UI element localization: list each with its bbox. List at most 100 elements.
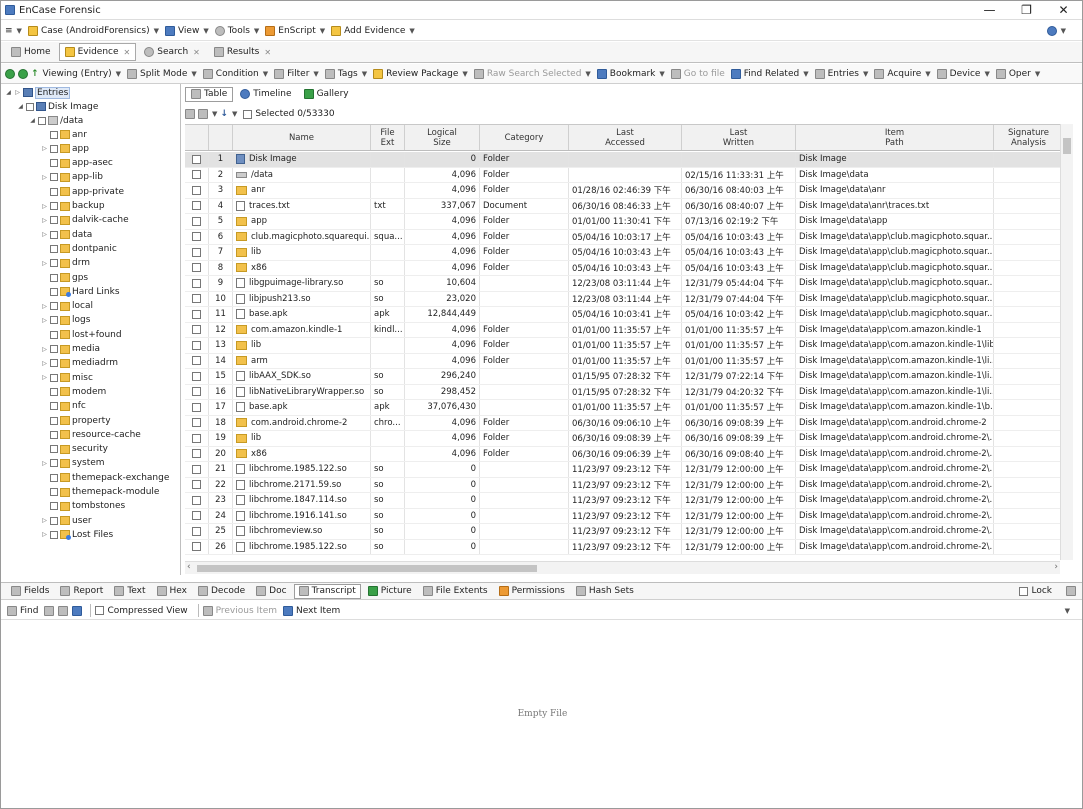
- tree-node-security[interactable]: security: [41, 443, 108, 456]
- minimize-button[interactable]: —: [971, 1, 1008, 19]
- tree-checkbox[interactable]: [50, 459, 58, 468]
- expand-arrow-icon[interactable]: ▷: [41, 346, 48, 353]
- close-tab-icon[interactable]: ✕: [264, 48, 271, 57]
- maximize-button[interactable]: ❐: [1008, 1, 1045, 19]
- tree-node-modem[interactable]: modem: [41, 385, 106, 398]
- tree-checkbox[interactable]: [50, 330, 58, 339]
- options-icon[interactable]: [58, 605, 69, 616]
- tree-node-user[interactable]: ▷ user: [41, 514, 91, 527]
- tab-report[interactable]: Report: [56, 584, 107, 599]
- back-icon[interactable]: [5, 68, 15, 79]
- tree-node-app[interactable]: ▷ app: [41, 142, 89, 155]
- compressed-view-toggle[interactable]: Compressed View: [95, 606, 188, 616]
- row-checkbox[interactable]: [192, 154, 201, 164]
- expand-arrow-icon[interactable]: ▷: [41, 174, 48, 181]
- column-header-category[interactable]: Category: [480, 125, 569, 150]
- tree-checkbox[interactable]: [50, 159, 58, 168]
- tab-permissions[interactable]: Permissions: [495, 584, 569, 599]
- table-row[interactable]: 22 libchrome.2171.59.so so 0 11/23/97 09:23:…: [185, 477, 1064, 493]
- tree-checkbox[interactable]: [50, 516, 58, 525]
- column-header-name[interactable]: Name: [233, 125, 371, 150]
- tab-file-extents[interactable]: File Extents: [419, 584, 492, 599]
- bookmark-dropdown[interactable]: Bookmark ▼: [596, 68, 665, 79]
- tree-checkbox[interactable]: [50, 216, 58, 225]
- table-row[interactable]: 26 libchrome.1985.122.so so 0 11/23/97 09:23…: [185, 539, 1064, 555]
- row-checkbox[interactable]: [192, 402, 201, 412]
- table-row[interactable]: 23 libchrome.1847.114.so so 0 11/23/97 09:23…: [185, 493, 1064, 509]
- tab-text[interactable]: Text: [110, 584, 149, 599]
- tree-node-tombstones[interactable]: tombstones: [41, 500, 125, 513]
- expand-arrow-icon[interactable]: ▷: [41, 217, 48, 224]
- tab-transcript[interactable]: Transcript: [293, 583, 361, 599]
- row-checkbox[interactable]: [192, 294, 201, 304]
- table-row[interactable]: 25 libchromeview.so so 0 11/23/97 09:23:12 下…: [185, 524, 1064, 540]
- expand-arrow-icon[interactable]: ▷: [41, 317, 48, 324]
- table-row[interactable]: 13 lib 4,096 Folder 01/01/00 11:35:57 上午 01/0…: [185, 338, 1064, 354]
- scroll-right-icon[interactable]: ›: [1054, 562, 1058, 572]
- tree-checkbox[interactable]: [50, 359, 58, 368]
- tree-node-local[interactable]: ▷ local: [41, 300, 93, 313]
- row-checkbox[interactable]: [192, 464, 201, 474]
- table-row[interactable]: 1 Disk Image 0 Folder Disk Image: [185, 152, 1064, 168]
- tree-node-backup[interactable]: ▷ backup: [41, 200, 104, 213]
- tree-node-nfc[interactable]: nfc: [41, 400, 86, 413]
- close-window-button[interactable]: ✕: [1045, 1, 1082, 19]
- row-checkbox[interactable]: [192, 511, 201, 521]
- acquire-dropdown[interactable]: Acquire ▼: [874, 68, 931, 79]
- row-checkbox[interactable]: [192, 216, 201, 226]
- expand-arrow-icon[interactable]: ▷: [41, 531, 48, 538]
- row-checkbox[interactable]: [192, 480, 201, 490]
- tree-checkbox[interactable]: [50, 502, 58, 511]
- condition-dropdown[interactable]: Condition ▼: [202, 68, 268, 79]
- row-checkbox[interactable]: [192, 201, 201, 211]
- tree-checkbox[interactable]: [50, 287, 58, 296]
- up-folder-icon[interactable]: [185, 109, 195, 119]
- tree-checkbox[interactable]: [50, 259, 58, 268]
- tree-node-data[interactable]: ◢ /data: [29, 114, 83, 127]
- row-checkbox[interactable]: [192, 418, 201, 428]
- tab-search[interactable]: Search ✕: [138, 43, 206, 61]
- table-row[interactable]: 9 libgpuimage-library.so so 10,604 12/23/08 …: [185, 276, 1064, 292]
- column-header-file-ext[interactable]: File Ext: [371, 125, 405, 150]
- tree-node-drm[interactable]: ▷ drm: [41, 257, 90, 270]
- tree-node-anr[interactable]: anr: [41, 128, 87, 141]
- main-menu-button[interactable]: ≡ ▼: [5, 26, 22, 36]
- tab-home[interactable]: Home: [5, 43, 57, 61]
- tab-picture[interactable]: Picture: [364, 584, 416, 599]
- entries-dropdown[interactable]: Entries ▼: [814, 68, 868, 79]
- row-checkbox[interactable]: [192, 356, 201, 366]
- tab-gallery[interactable]: Gallery: [299, 87, 354, 102]
- tab-fields[interactable]: Fields: [7, 584, 53, 599]
- export-icon[interactable]: [72, 605, 83, 616]
- lock-checkbox[interactable]: [1019, 586, 1029, 596]
- tree-node-property[interactable]: property: [41, 414, 111, 427]
- tree-checkbox[interactable]: [50, 173, 58, 182]
- table-row[interactable]: 10 libjpush213.so so 23,020 12/23/08 03:11:4…: [185, 291, 1064, 307]
- tab-doc[interactable]: Doc: [252, 584, 290, 599]
- tree-checkbox[interactable]: [50, 202, 58, 210]
- row-checkbox[interactable]: [192, 309, 201, 319]
- collapse-icon[interactable]: ◢: [5, 89, 12, 96]
- copy-icon[interactable]: [44, 605, 55, 616]
- row-checkbox[interactable]: [192, 387, 201, 397]
- expand-arrow-icon[interactable]: ▷: [41, 374, 48, 381]
- tree-checkbox[interactable]: [50, 187, 58, 196]
- chevron-down-icon[interactable]: ▼: [1065, 607, 1070, 615]
- row-checkbox[interactable]: [192, 278, 201, 288]
- table-row[interactable]: 6 club.magicphoto.squarequi... squa... 4,09…: [185, 229, 1064, 245]
- raw-search-selected-dropdown[interactable]: Raw Search Selected ▼: [473, 68, 591, 79]
- filter-dropdown[interactable]: Filter ▼: [274, 68, 319, 79]
- tree-checkbox[interactable]: [50, 302, 58, 311]
- grid-icon[interactable]: [198, 109, 208, 119]
- tab-table[interactable]: Table: [185, 86, 234, 102]
- tree-node-app-private[interactable]: app-private: [41, 185, 124, 198]
- table-row[interactable]: 3 anr 4,096 Folder 01/28/16 02:46:39 下午 06/30…: [185, 183, 1064, 199]
- tree-checkbox[interactable]: [38, 116, 46, 125]
- tree-checkbox[interactable]: [50, 316, 58, 325]
- tree-checkbox[interactable]: [50, 473, 58, 482]
- tree-node-disk-image[interactable]: ◢ Disk Image: [17, 100, 98, 113]
- help-menu[interactable]: ▼: [1046, 25, 1066, 36]
- row-checkbox[interactable]: [192, 185, 201, 195]
- tree-checkbox[interactable]: [50, 402, 58, 411]
- row-checkbox[interactable]: [192, 495, 201, 505]
